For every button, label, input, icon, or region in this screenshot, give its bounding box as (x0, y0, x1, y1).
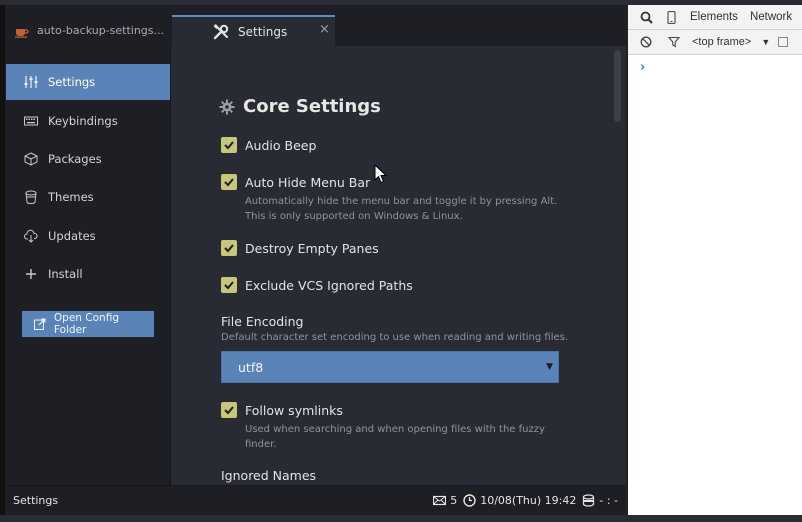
setting-ignored-names: Ignored Names (221, 468, 316, 483)
status-bar: Settings 5 10/08(Thu) 19:42 - : - (5, 485, 626, 515)
status-right: 5 10/08(Thu) 19:42 - : - (433, 494, 618, 507)
auto-hide-menu-bar-checkbox[interactable] (221, 174, 237, 190)
tab-file-label: auto-backup-settings... (37, 24, 165, 37)
tab-elements[interactable]: Elements (690, 11, 738, 23)
tools-icon (213, 23, 229, 39)
setting-follow-symlinks: Follow symlinks Used when searching and … (221, 402, 565, 452)
setting-auto-hide-menu-bar: Auto Hide Menu Bar Automatically hide th… (221, 174, 565, 224)
setting-label: Exclude VCS Ignored Paths (245, 277, 413, 293)
section-title: Core Settings (219, 96, 381, 117)
exclude-vcs-ignored-paths-checkbox[interactable] (221, 277, 237, 293)
mouse-cursor-icon (374, 164, 388, 184)
misc-indicator[interactable]: - : - (582, 494, 618, 507)
mail-indicator[interactable]: 5 (433, 494, 457, 507)
setting-description-line: finder. (245, 439, 277, 450)
device-mobile-icon[interactable] (665, 10, 678, 24)
cloud-download-icon (24, 229, 38, 243)
check-icon (224, 178, 234, 187)
filter-icon[interactable] (668, 36, 680, 48)
ignored-names-label: Ignored Names (221, 468, 317, 483)
clear-console-icon[interactable] (640, 36, 652, 48)
paint-bucket-icon (25, 190, 37, 204)
setting-description-line: Automatically hide the menu bar and togg… (245, 196, 558, 207)
setting-description-line: Used when searching and when opening fil… (245, 424, 545, 435)
follow-symlinks-checkbox[interactable] (221, 402, 237, 418)
setting-label: Follow symlinks (245, 402, 343, 418)
mail-count: 5 (450, 494, 458, 507)
setting-description: Used when searching and when opening fil… (245, 422, 565, 452)
setting-exclude-vcs-ignored-paths: Exclude VCS Ignored Paths (221, 277, 413, 293)
sidebar-item-updates[interactable]: Updates (6, 218, 170, 254)
plus-icon (26, 269, 36, 279)
setting-label: Auto Hide Menu Bar (245, 174, 371, 190)
status-extra: - : - (599, 494, 618, 507)
clock-indicator[interactable]: 10/08(Thu) 19:42 (463, 494, 576, 507)
database-icon (583, 494, 595, 507)
window-bottom-border (0, 515, 802, 522)
setting-file-encoding: File Encoding Default character set enco… (221, 314, 568, 343)
settings-panel: Core Settings Audio Beep Auto Hide Menu … (171, 46, 626, 485)
audio-beep-checkbox[interactable] (221, 137, 237, 153)
destroy-empty-panes-checkbox[interactable] (221, 240, 237, 256)
close-icon[interactable]: × (319, 23, 330, 36)
sidebar-item-install[interactable]: Install (6, 256, 170, 292)
dropdown-arrow-icon[interactable]: ▼ (761, 37, 770, 47)
setting-description: Automatically hide the menu bar and togg… (245, 194, 565, 224)
check-icon (224, 406, 234, 415)
sidebar-item-label: Install (48, 267, 83, 281)
gear-icon (219, 99, 235, 114)
check-icon (224, 244, 234, 253)
package-icon (24, 152, 38, 166)
tab-file[interactable]: auto-backup-settings... (15, 15, 168, 46)
check-icon (224, 281, 234, 290)
file-encoding-description: Default character set encoding to use wh… (221, 332, 569, 343)
file-encoding-label: File Encoding (221, 314, 304, 329)
section-title-text: Core Settings (243, 96, 381, 117)
preserve-log-checkbox[interactable] (778, 37, 789, 47)
setting-audio-beep: Audio Beep (221, 137, 316, 153)
setting-destroy-empty-panes: Destroy Empty Panes (221, 240, 379, 256)
mail-icon (433, 495, 447, 506)
console-prompt[interactable]: › (640, 60, 645, 75)
devtools-console-toolbar: <top frame> ▼ (628, 30, 802, 55)
sidebar-item-themes[interactable]: Themes (6, 179, 170, 215)
sidebar-item-label: Themes (48, 190, 94, 204)
sidebar-item-keybindings[interactable]: Keybindings (6, 103, 170, 139)
sidebar-item-label: Settings (48, 75, 96, 89)
frame-selector[interactable]: <top frame> (692, 36, 751, 48)
setting-label: Destroy Empty Panes (245, 240, 379, 256)
sidebar-item-label: Keybindings (48, 114, 118, 128)
tab-settings[interactable]: Settings × (172, 15, 335, 46)
scrollbar-thumb[interactable] (614, 50, 621, 122)
search-icon[interactable] (640, 11, 653, 24)
status-datetime: 10/08(Thu) 19:42 (480, 494, 577, 507)
sliders-icon (24, 76, 38, 88)
settings-sidebar: Settings Keybindings Packages Themes Upd… (5, 46, 171, 485)
open-config-folder-label: Open Config Folder (53, 312, 119, 336)
tab-bar: auto-backup-settings... Settings × (5, 5, 626, 46)
devtools-panel: Elements Network <top frame> ▼ › (626, 5, 802, 515)
file-encoding-select[interactable]: utf8 ▼ (221, 351, 559, 383)
open-config-folder-button[interactable]: Open Config Folder (22, 311, 154, 337)
sidebar-item-packages[interactable]: Packages (6, 141, 170, 177)
setting-description-line: This is only supported on Windows & Linu… (245, 211, 463, 222)
keyboard-icon (24, 116, 38, 126)
status-left-text: Settings (13, 494, 59, 507)
sidebar-item-settings[interactable]: Settings (6, 64, 170, 100)
dropdown-arrow-icon: ▼ (546, 362, 553, 372)
sidebar-item-label: Updates (48, 229, 96, 243)
tab-network[interactable]: Network (750, 11, 792, 23)
check-icon (224, 141, 234, 150)
external-link-icon (34, 318, 46, 330)
tab-settings-label: Settings (238, 24, 288, 39)
sidebar-item-label: Packages (48, 152, 102, 166)
clock-icon (463, 494, 476, 507)
coffee-cup-icon (15, 28, 29, 38)
setting-label: Audio Beep (245, 137, 317, 153)
devtools-toolbar: Elements Network (628, 5, 802, 30)
file-encoding-value: utf8 (238, 359, 264, 375)
